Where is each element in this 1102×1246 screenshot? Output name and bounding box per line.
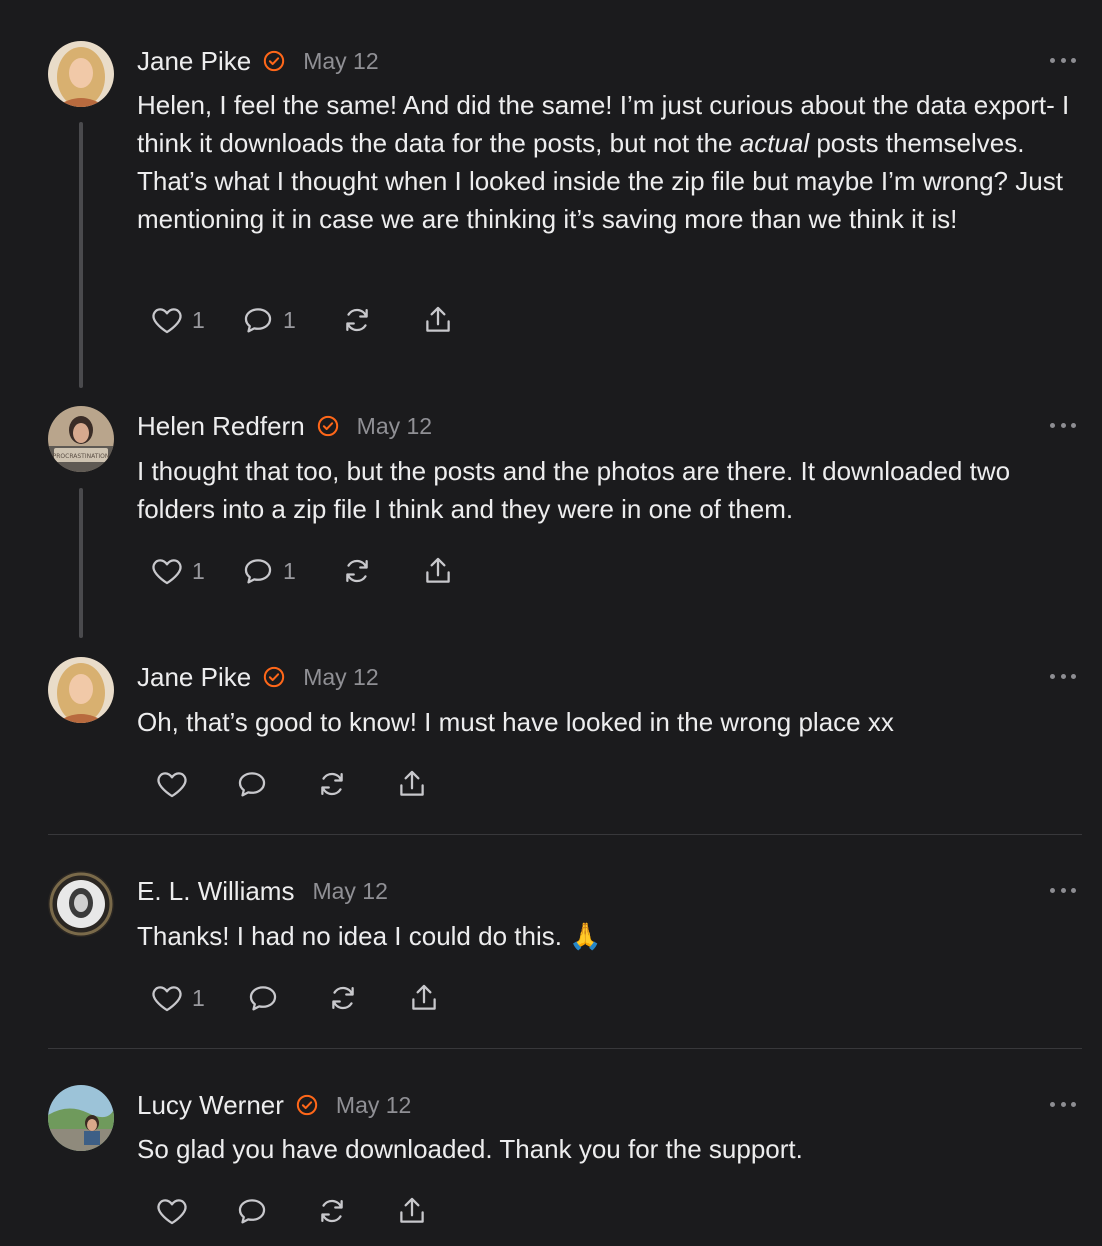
- restack-icon: [346, 559, 368, 583]
- share-icon: [400, 770, 424, 796]
- comment-header: Jane Pike May 12: [137, 44, 379, 78]
- avatar-helen-redfern[interactable]: PROCRASTINATION: [48, 406, 114, 472]
- author-name[interactable]: Lucy Werner: [137, 1090, 284, 1121]
- comment-date[interactable]: May 12: [336, 1092, 411, 1119]
- avatar-image: [48, 871, 114, 937]
- verified-badge-icon: [317, 415, 338, 437]
- author-name[interactable]: Jane Pike: [137, 46, 251, 77]
- heart-icon: [157, 772, 187, 798]
- restack-icon: [332, 986, 354, 1010]
- more-horizontal-icon: [1050, 673, 1055, 679]
- speech-bubble-icon: [238, 1199, 266, 1224]
- more-horizontal-icon: [1050, 887, 1055, 893]
- verified-badge-icon: [296, 1094, 318, 1116]
- comment-body: So glad you have downloaded. Thank you f…: [137, 1134, 803, 1164]
- thread-line: [79, 488, 83, 638]
- restack-icon: [321, 1199, 343, 1223]
- divider: [48, 834, 1082, 835]
- more-options-button[interactable]: [1050, 671, 1076, 681]
- like-button[interactable]: [155, 1191, 189, 1231]
- reply-button[interactable]: [235, 1191, 269, 1231]
- reply-button[interactable]: 1: [241, 551, 296, 591]
- avatar-sign-text: PROCRASTINATION: [53, 453, 110, 460]
- share-button[interactable]: [395, 764, 429, 804]
- share-button[interactable]: [395, 1191, 429, 1231]
- like-button[interactable]: 1: [150, 300, 205, 340]
- comment-body: I thought that too, but the posts and th…: [137, 456, 1011, 524]
- comment-body: Helen, I feel the same! And did the same…: [137, 86, 1077, 238]
- like-button[interactable]: 1: [150, 551, 205, 591]
- comment-date[interactable]: May 12: [312, 878, 387, 905]
- restack-button[interactable]: [340, 300, 374, 340]
- thread-line: [79, 122, 83, 388]
- heart-icon: [152, 559, 182, 585]
- folded-hands-emoji: 🙏: [569, 922, 602, 952]
- share-button[interactable]: [421, 551, 455, 591]
- speech-bubble-icon: [238, 772, 266, 797]
- comment-date[interactable]: May 12: [303, 48, 378, 75]
- avatar-image: [48, 657, 114, 723]
- restack-button[interactable]: [315, 1191, 349, 1231]
- comment-header: Lucy Werner May 12: [137, 1088, 411, 1122]
- restack-button[interactable]: [315, 764, 349, 804]
- avatar-image: PROCRASTINATION: [48, 406, 114, 472]
- more-options-button[interactable]: [1050, 885, 1076, 895]
- more-options-button[interactable]: [1050, 1099, 1076, 1109]
- more-horizontal-icon: [1050, 1101, 1055, 1107]
- author-name[interactable]: Jane Pike: [137, 662, 251, 693]
- avatar-image: [48, 1085, 114, 1151]
- more-horizontal-icon: [1050, 57, 1055, 63]
- avatar-jane-pike[interactable]: [48, 657, 114, 723]
- reply-button[interactable]: 1: [241, 300, 296, 340]
- divider: [48, 1048, 1082, 1049]
- comment-date[interactable]: May 12: [303, 664, 378, 691]
- author-name[interactable]: Helen Redfern: [137, 411, 305, 442]
- speech-bubble-icon: [244, 308, 272, 333]
- comment-date[interactable]: May 12: [357, 413, 432, 440]
- avatar-el-williams[interactable]: [48, 871, 114, 937]
- like-count: 1: [192, 306, 205, 333]
- share-icon: [426, 557, 450, 583]
- heart-icon: [152, 308, 182, 334]
- like-count: 1: [192, 557, 205, 584]
- share-icon: [400, 1197, 424, 1223]
- more-horizontal-icon: [1050, 422, 1055, 428]
- comment-body: Oh, that’s good to know! I must have loo…: [137, 707, 894, 737]
- heart-icon: [157, 1199, 187, 1225]
- avatar-jane-pike[interactable]: [48, 41, 114, 107]
- reply-count: 1: [283, 557, 296, 584]
- share-icon: [426, 306, 450, 332]
- comment-body: Thanks! I had no idea I could do this. 🙏: [137, 917, 1077, 956]
- verified-badge-icon: [264, 50, 285, 72]
- avatar-image: [48, 41, 114, 107]
- like-count: 1: [192, 984, 205, 1011]
- more-options-button[interactable]: [1050, 55, 1076, 65]
- restack-icon: [321, 772, 343, 796]
- restack-icon: [346, 308, 368, 332]
- comment-header: E. L. Williams May 12: [137, 874, 388, 908]
- more-options-button[interactable]: [1050, 420, 1076, 430]
- comment-header: Jane Pike May 12: [137, 660, 379, 694]
- verified-badge-icon: [264, 666, 285, 688]
- share-icon: [412, 984, 436, 1010]
- speech-bubble-icon: [244, 559, 272, 584]
- speech-bubble-icon: [249, 986, 277, 1011]
- restack-button[interactable]: [326, 978, 360, 1018]
- author-name[interactable]: E. L. Williams: [137, 876, 294, 907]
- heart-icon: [152, 986, 182, 1012]
- restack-button[interactable]: [340, 551, 374, 591]
- like-button[interactable]: [155, 764, 189, 804]
- reply-button[interactable]: [246, 978, 280, 1018]
- comment-header: Helen Redfern May 12: [137, 409, 432, 443]
- comment-text: Thanks! I had no idea I could do this.: [137, 921, 562, 951]
- share-button[interactable]: [421, 300, 455, 340]
- share-button[interactable]: [407, 978, 441, 1018]
- avatar-lucy-werner[interactable]: [48, 1085, 114, 1151]
- like-button[interactable]: 1: [150, 978, 205, 1018]
- reply-button[interactable]: [235, 764, 269, 804]
- comment-text-emphasis: actual: [739, 128, 810, 158]
- reply-count: 1: [283, 306, 296, 333]
